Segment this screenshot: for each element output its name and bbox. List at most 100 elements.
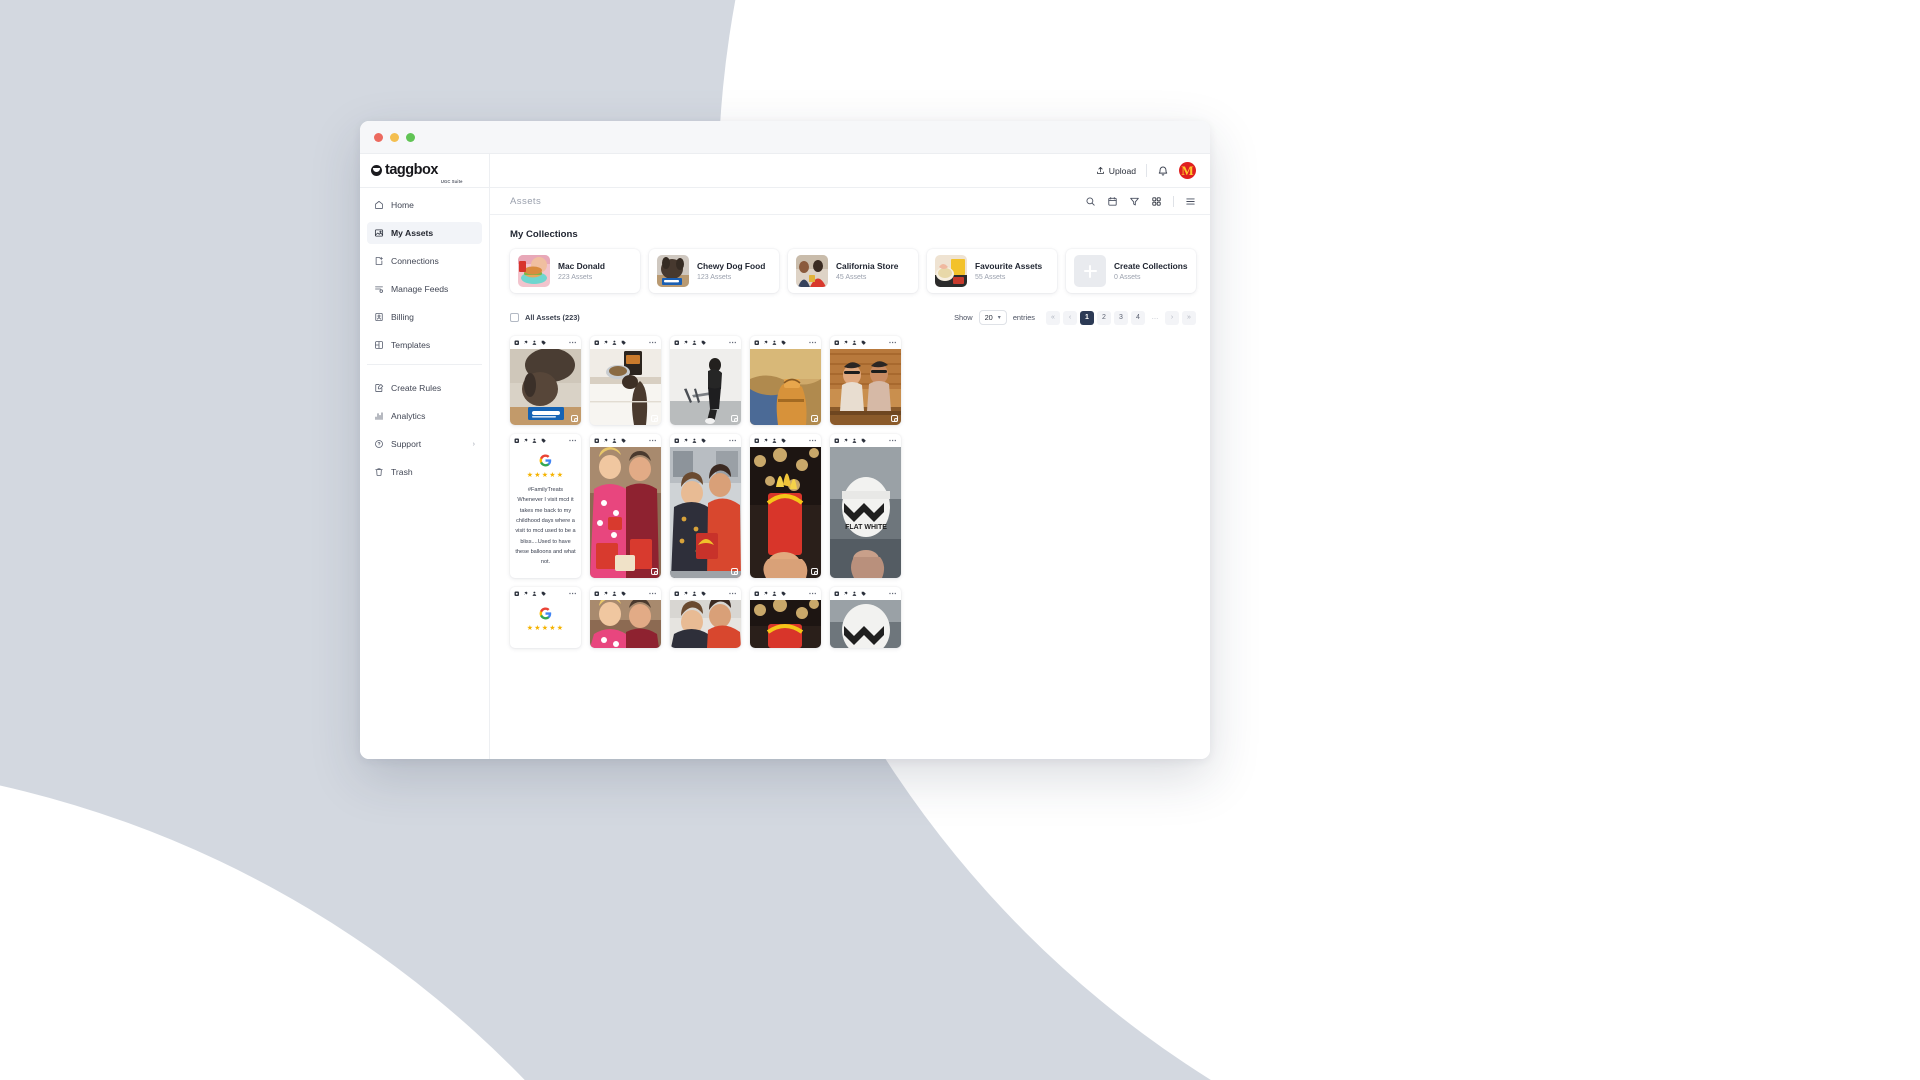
asset-more-options[interactable]: ⋯ — [649, 338, 657, 347]
asset-card[interactable]: ⋯ — [670, 587, 741, 648]
entries-per-page-select[interactable]: 20 ▾ — [978, 310, 1007, 325]
tag-icon[interactable] — [621, 438, 627, 444]
asset-card[interactable]: ⋯ — [590, 587, 661, 648]
pin-icon[interactable] — [603, 591, 609, 597]
asset-more-options[interactable]: ⋯ — [729, 338, 737, 347]
window-maximize-button[interactable] — [406, 132, 415, 142]
pin-icon[interactable] — [763, 438, 769, 444]
brand-logo[interactable]: taggbox UGC Suite — [360, 154, 489, 188]
person-tag-icon[interactable] — [532, 591, 538, 597]
page-last-button[interactable]: » — [1182, 310, 1196, 325]
stop-square-icon[interactable] — [754, 591, 760, 597]
asset-card[interactable]: ⋯ — [750, 587, 821, 648]
asset-card-review[interactable]: ⋯ ★★★★★ #FamilyTreats Whenever I visit m… — [510, 434, 581, 578]
asset-card[interactable]: ⋯ — [590, 336, 661, 425]
tag-icon[interactable] — [781, 591, 787, 597]
pin-icon[interactable] — [843, 438, 849, 444]
tag-icon[interactable] — [621, 591, 627, 597]
select-all-assets[interactable]: All Assets (223) — [510, 313, 580, 322]
pin-icon[interactable] — [683, 438, 689, 444]
person-tag-icon[interactable] — [692, 438, 698, 444]
pin-icon[interactable] — [523, 591, 529, 597]
stop-square-icon[interactable] — [514, 438, 520, 444]
stop-square-icon[interactable] — [594, 340, 600, 346]
page-next-button[interactable]: › — [1165, 310, 1179, 325]
stop-square-icon[interactable] — [834, 591, 840, 597]
person-tag-icon[interactable] — [612, 340, 618, 346]
sidebar-item-manage-feeds[interactable]: Manage Feeds — [367, 278, 482, 300]
sidebar-item-trash[interactable]: Trash — [367, 461, 482, 483]
assets-scroll-area[interactable]: My Collections Mac Donald 223 Assets Che… — [490, 215, 1210, 759]
list-view-icon[interactable] — [1185, 196, 1196, 207]
tag-icon[interactable] — [861, 340, 867, 346]
tag-icon[interactable] — [781, 438, 787, 444]
sidebar-item-support[interactable]: Support › — [367, 433, 482, 455]
person-tag-icon[interactable] — [612, 591, 618, 597]
person-tag-icon[interactable] — [612, 438, 618, 444]
asset-card-review[interactable]: ⋯ ★★★★★ — [510, 587, 581, 648]
tag-icon[interactable] — [701, 438, 707, 444]
sidebar-item-connections[interactable]: Connections — [367, 250, 482, 272]
sidebar-item-home[interactable]: Home — [367, 194, 482, 216]
asset-more-options[interactable]: ⋯ — [569, 338, 577, 347]
asset-card[interactable]: ⋯ — [750, 434, 821, 578]
page-3-button[interactable]: 3 — [1114, 310, 1128, 325]
asset-more-options[interactable]: ⋯ — [569, 436, 577, 445]
sidebar-item-create-rules[interactable]: Create Rules — [367, 377, 482, 399]
collection-card-california-store[interactable]: California Store 45 Assets — [788, 249, 918, 293]
asset-card[interactable]: ⋯ — [590, 434, 661, 578]
person-tag-icon[interactable] — [532, 340, 538, 346]
asset-card[interactable]: ⋯ — [830, 336, 901, 425]
sidebar-item-my-assets[interactable]: My Assets — [367, 222, 482, 244]
person-tag-icon[interactable] — [772, 591, 778, 597]
avatar[interactable]: M — [1179, 162, 1196, 179]
asset-more-options[interactable]: ⋯ — [569, 589, 577, 598]
asset-more-options[interactable]: ⋯ — [889, 589, 897, 598]
sidebar-item-analytics[interactable]: Analytics — [367, 405, 482, 427]
person-tag-icon[interactable] — [852, 340, 858, 346]
page-first-button[interactable]: « — [1046, 310, 1060, 325]
asset-more-options[interactable]: ⋯ — [729, 436, 737, 445]
pin-icon[interactable] — [603, 340, 609, 346]
pin-icon[interactable] — [523, 438, 529, 444]
grid-view-icon[interactable] — [1151, 196, 1162, 207]
pin-icon[interactable] — [683, 591, 689, 597]
pin-icon[interactable] — [603, 438, 609, 444]
calendar-icon[interactable] — [1107, 196, 1118, 207]
collection-card-create-collections[interactable]: Create Collections 0 Assets — [1066, 249, 1196, 293]
tag-icon[interactable] — [541, 438, 547, 444]
page-2-button[interactable]: 2 — [1097, 310, 1111, 325]
stop-square-icon[interactable] — [754, 438, 760, 444]
tag-icon[interactable] — [541, 591, 547, 597]
sidebar-item-templates[interactable]: Templates — [367, 334, 482, 356]
asset-more-options[interactable]: ⋯ — [729, 589, 737, 598]
stop-square-icon[interactable] — [514, 340, 520, 346]
tag-icon[interactable] — [701, 340, 707, 346]
page-1-button[interactable]: 1 — [1080, 310, 1094, 325]
pin-icon[interactable] — [763, 340, 769, 346]
person-tag-icon[interactable] — [852, 591, 858, 597]
asset-card[interactable]: ⋯ — [670, 434, 741, 578]
stop-square-icon[interactable] — [754, 340, 760, 346]
asset-card[interactable]: ⋯ — [670, 336, 741, 425]
asset-more-options[interactable]: ⋯ — [809, 338, 817, 347]
filter-icon[interactable] — [1129, 196, 1140, 207]
asset-more-options[interactable]: ⋯ — [649, 589, 657, 598]
asset-more-options[interactable]: ⋯ — [809, 436, 817, 445]
stop-square-icon[interactable] — [594, 591, 600, 597]
pin-icon[interactable] — [843, 340, 849, 346]
pin-icon[interactable] — [683, 340, 689, 346]
person-tag-icon[interactable] — [532, 438, 538, 444]
person-tag-icon[interactable] — [772, 340, 778, 346]
stop-square-icon[interactable] — [514, 591, 520, 597]
person-tag-icon[interactable] — [852, 438, 858, 444]
window-minimize-button[interactable] — [390, 132, 399, 142]
asset-card[interactable]: ⋯ — [750, 336, 821, 425]
tag-icon[interactable] — [541, 340, 547, 346]
sidebar-item-billing[interactable]: Billing — [367, 306, 482, 328]
page-prev-button[interactable]: ‹ — [1063, 310, 1077, 325]
asset-card[interactable]: ⋯ — [510, 336, 581, 425]
asset-more-options[interactable]: ⋯ — [889, 436, 897, 445]
tag-icon[interactable] — [621, 340, 627, 346]
asset-card[interactable]: ⋯ — [830, 587, 901, 648]
